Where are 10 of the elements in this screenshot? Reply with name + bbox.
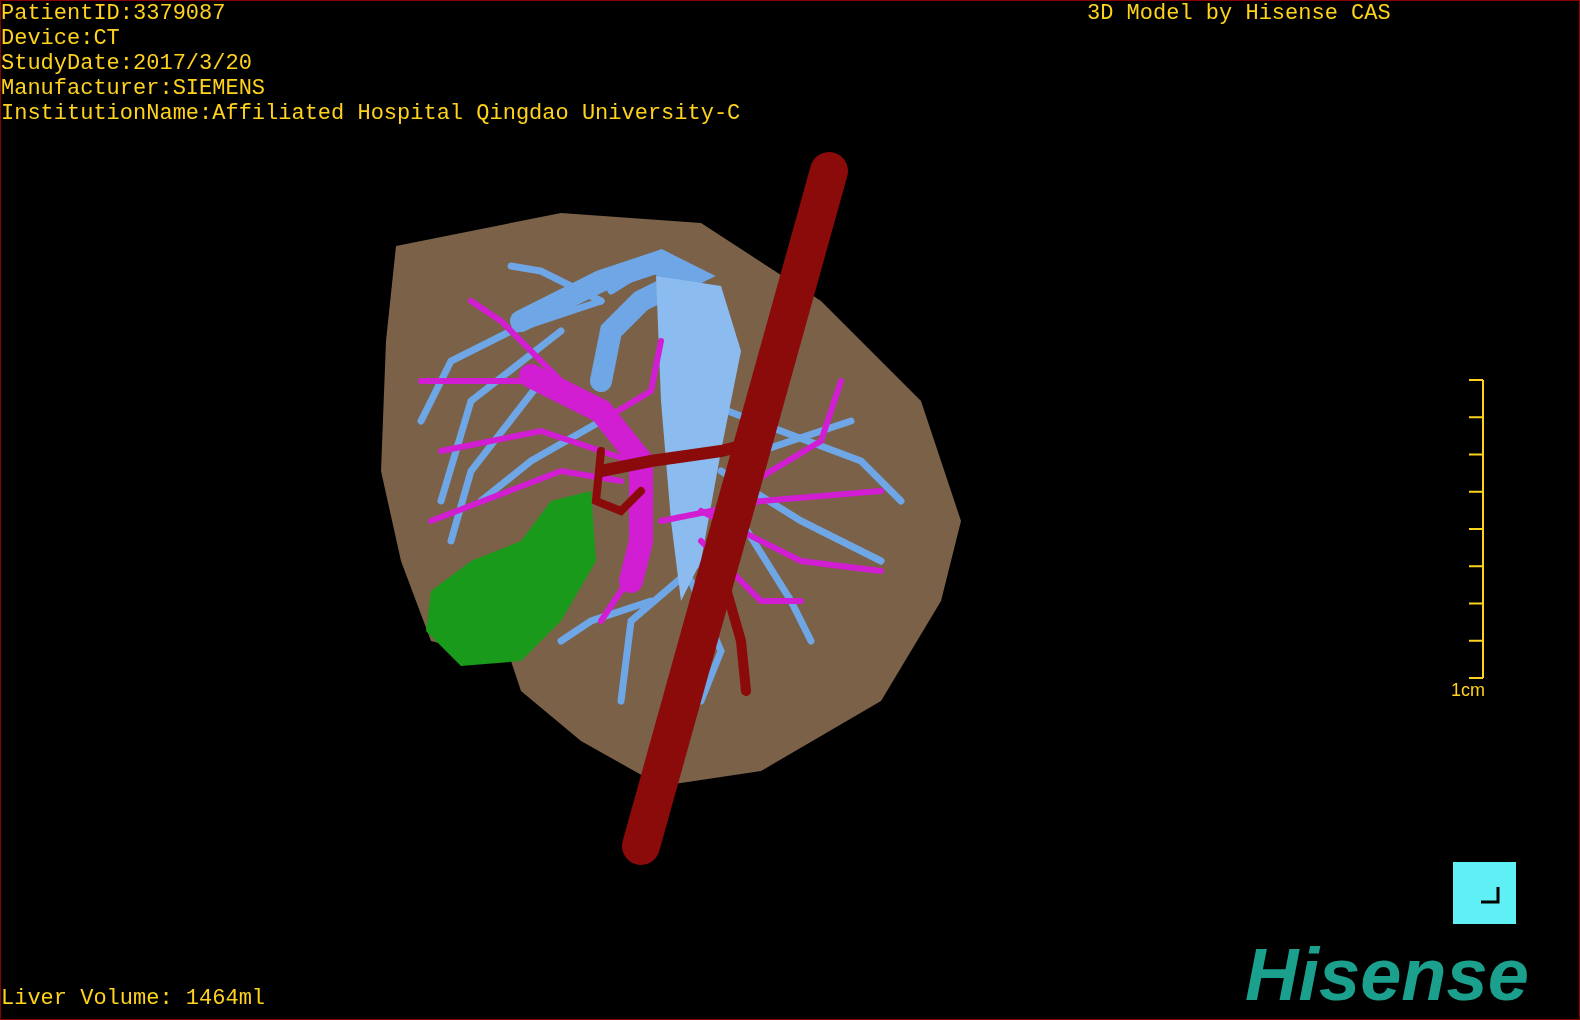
patient-info-text: StudyDate:2017/3/20 — [1, 51, 253, 76]
patient-info-text: InstitutionName:Affiliated Hospital Qingdao University-C — [1, 101, 741, 126]
liver-volume-text: Liver Volume: 1464ml — [1, 986, 266, 1011]
patient-info-text: Device:CT — [1, 26, 121, 51]
orientation-cube-icon[interactable] — [1453, 862, 1516, 924]
scale-label: 1cm — [1451, 679, 1485, 701]
patient-info-text: Manufacturer:SIEMENS — [1, 76, 267, 101]
viewer-title: 3D Model by Hisense CAS — [1087, 1, 1391, 26]
patient-info-text: PatientID:3379087 — [1, 1, 227, 26]
brand-logo: Hisense — [1245, 938, 1529, 1012]
